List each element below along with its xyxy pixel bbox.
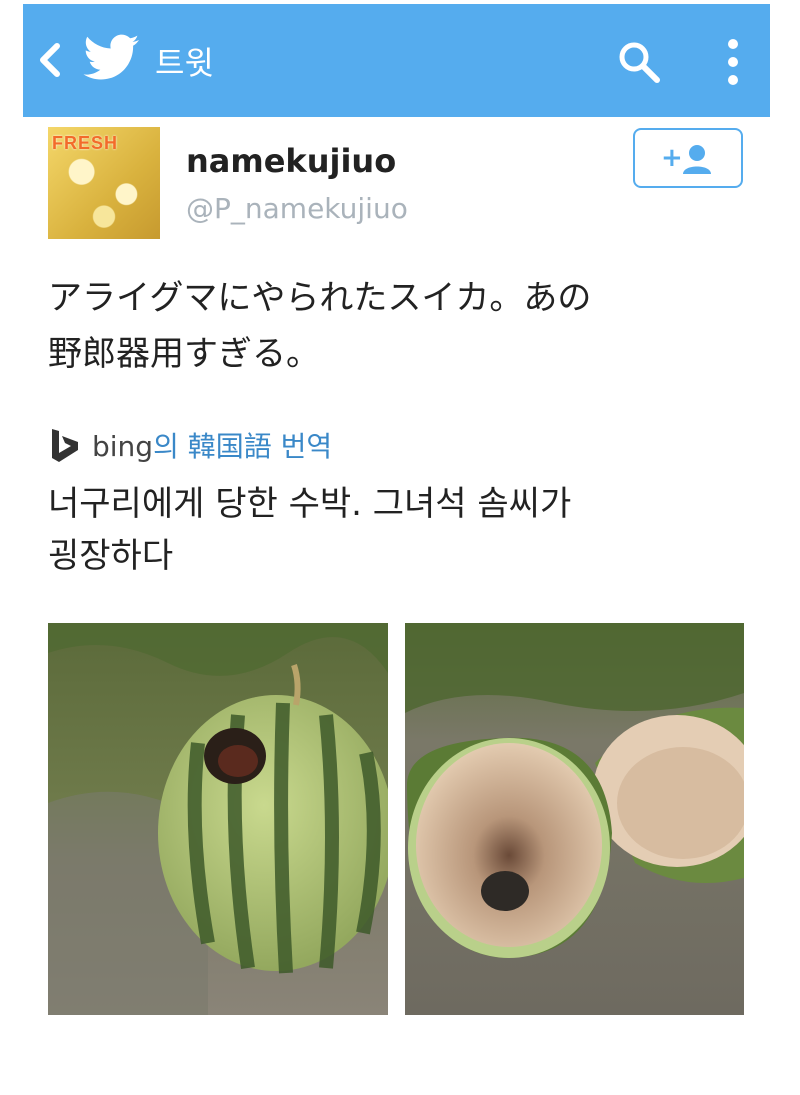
tweet-photo-whole-watermelon[interactable] [48, 623, 388, 1015]
twitter-bird-icon[interactable] [83, 34, 141, 82]
tweet-text: アライグマにやられたスイカ。あの 野郎器用すぎる。 [48, 270, 748, 382]
avatar-logo-text: FRESH [52, 133, 119, 153]
tweet-photo-hollowed-watermelon[interactable] [405, 623, 744, 1015]
user-handle[interactable]: @P_namekujiuo [186, 192, 408, 225]
avatar[interactable]: FRESH [48, 127, 160, 239]
tweet-line: アライグマにやられたスイカ。あの [48, 278, 592, 318]
plus-sign: + [661, 143, 683, 173]
back-chevron-icon[interactable] [35, 38, 65, 82]
translation-language[interactable]: 의 韓国語 번역 [153, 430, 332, 463]
add-user-icon: + [661, 143, 711, 174]
more-vertical-icon[interactable] [720, 37, 746, 87]
translated-line: 너구리에게 당한 수박. 그녀석 솜씨가 [48, 484, 572, 524]
translated-text: 너구리에게 당한 수박. 그녀석 솜씨가 굉장하다 [48, 478, 748, 582]
translated-line: 굉장하다 [48, 536, 174, 576]
translation-label[interactable]: bing의 韓国語 번역 [92, 425, 332, 465]
app-header: 트윗 [23, 4, 770, 117]
page-title: 트윗 [155, 44, 214, 82]
bing-logo-icon [48, 427, 84, 465]
search-icon[interactable] [615, 38, 663, 86]
tweet-line: 野郎器用すぎる。 [48, 334, 320, 374]
bing-wordmark: bing [92, 430, 154, 463]
display-name[interactable]: namekujiuo [186, 142, 396, 180]
follow-button[interactable]: + [633, 128, 743, 188]
